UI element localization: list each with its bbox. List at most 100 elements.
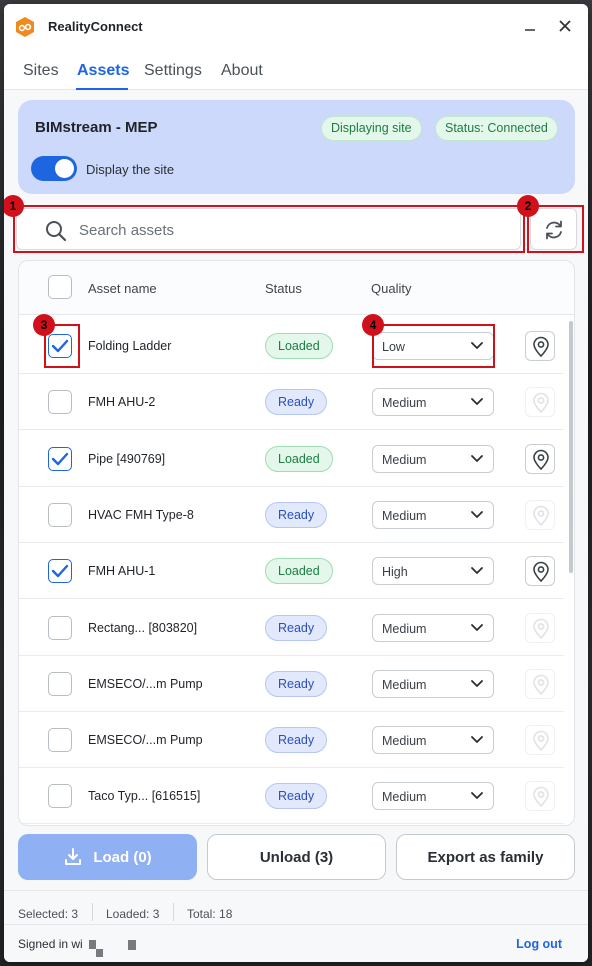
total-count: Total: 18 — [187, 907, 233, 921]
checkmark-icon — [51, 564, 69, 578]
tab-sites[interactable]: Sites — [23, 62, 59, 80]
status-badge: Loaded — [265, 445, 333, 472]
row-checkbox[interactable] — [48, 728, 72, 753]
status-badge: Ready — [265, 501, 328, 528]
status-badge: Ready — [265, 727, 328, 754]
location-pin-icon — [533, 505, 549, 526]
quality-select[interactable]: Medium — [372, 613, 494, 642]
select-all-checkbox[interactable] — [48, 275, 72, 299]
locate-asset-button — [525, 668, 555, 699]
load-label: Load (0) — [93, 848, 152, 866]
quality-select[interactable]: Medium — [372, 500, 494, 529]
row-checkbox[interactable] — [48, 784, 72, 809]
location-pin-icon — [533, 730, 549, 751]
quality-select[interactable]: Medium — [372, 782, 494, 811]
site-card: BIMstream - MEP Displaying site Status: … — [18, 100, 575, 194]
tab-assets[interactable]: Assets — [77, 62, 129, 80]
location-pin-icon — [533, 561, 549, 582]
table-row: Folding Ladder Loaded Low — [19, 318, 564, 374]
quality-select[interactable]: Medium — [372, 726, 494, 755]
checkmark-icon — [51, 339, 69, 353]
header-asset-name: Asset name — [88, 281, 157, 296]
footer: Signed in wi Log out — [4, 924, 588, 962]
status-badge: Ready — [265, 389, 328, 416]
chevron-down-icon — [471, 679, 483, 687]
minimize-button[interactable] — [520, 16, 540, 36]
load-button[interactable]: Load (0) — [18, 834, 197, 880]
unload-button[interactable]: Unload (3) — [207, 834, 386, 880]
location-pin-icon — [533, 787, 549, 808]
redacted-email — [128, 940, 136, 950]
asset-name: FMH AHU-1 — [88, 564, 156, 579]
close-button[interactable] — [555, 16, 575, 36]
close-icon — [559, 20, 571, 32]
quality-value: Medium — [382, 790, 427, 805]
display-site-toggle[interactable] — [31, 156, 77, 181]
locate-asset-button — [525, 499, 555, 530]
quality-value: Medium — [382, 621, 427, 636]
quality-select[interactable]: Medium — [372, 388, 494, 417]
table-header: Asset name Status Quality — [19, 261, 574, 315]
row-checkbox[interactable] — [48, 671, 72, 696]
asset-name: FMH AHU-2 — [88, 395, 156, 410]
asset-name: Folding Ladder — [88, 339, 172, 353]
active-tab-indicator — [76, 88, 128, 90]
search-input[interactable]: Search assets — [16, 208, 521, 250]
displaying-site-badge: Displaying site — [321, 116, 422, 141]
app-window: RealityConnect Sites Assets Settings Abo… — [4, 4, 588, 962]
quality-select[interactable]: High — [372, 557, 494, 586]
location-pin-icon — [533, 674, 549, 695]
selected-count: Selected: 3 — [18, 907, 79, 921]
table-scrollbar[interactable] — [569, 321, 573, 573]
asset-name: Pipe [490769] — [88, 451, 166, 466]
asset-name: Rectang... [803820] — [88, 620, 198, 635]
assets-table: Asset name Status Quality Folding Ladder… — [18, 260, 575, 826]
row-checkbox[interactable] — [48, 615, 72, 640]
location-pin-icon — [533, 393, 549, 414]
table-row: FMH AHU-1 Loaded High — [19, 543, 564, 600]
chevron-down-icon — [471, 736, 483, 743]
signed-in-text: Signed in wi — [18, 937, 83, 951]
refresh-button[interactable] — [530, 208, 577, 250]
table-row: EMSECO/...m Pump Ready Medium — [19, 712, 564, 769]
locate-asset-button[interactable] — [525, 331, 555, 361]
search-placeholder: Search assets — [79, 222, 175, 239]
quality-value: Low — [382, 340, 405, 354]
export-family-button[interactable]: Export as family — [396, 834, 575, 880]
chevron-down-icon — [471, 454, 483, 462]
quality-value: Medium — [382, 396, 427, 411]
logout-link[interactable]: Log out — [516, 937, 562, 951]
app-logo-icon — [16, 17, 34, 37]
quality-select[interactable]: Medium — [372, 669, 494, 698]
tab-bar: Sites Assets Settings About — [4, 48, 588, 90]
quality-value: High — [382, 565, 408, 580]
header-quality: Quality — [371, 281, 412, 296]
row-checkbox[interactable] — [48, 334, 72, 358]
locate-asset-button[interactable] — [525, 443, 555, 474]
row-checkbox[interactable] — [48, 559, 72, 584]
status-badge: Loaded — [265, 333, 333, 359]
row-checkbox[interactable] — [48, 446, 72, 471]
tab-about[interactable]: About — [221, 62, 263, 80]
quality-select[interactable]: Low — [372, 332, 494, 360]
chevron-down-icon — [471, 398, 483, 406]
checkmark-icon — [51, 452, 69, 465]
status-badge: Status: Connected — [435, 116, 558, 141]
tab-settings[interactable]: Settings — [144, 62, 202, 80]
stats-bar: Selected: 3 Loaded: 3 Total: 18 — [4, 890, 588, 924]
locate-asset-button[interactable] — [525, 556, 555, 587]
asset-name: EMSECO/...m Pump — [88, 733, 203, 748]
location-pin-icon — [533, 449, 549, 470]
download-icon — [65, 848, 82, 865]
redacted-email — [89, 940, 96, 949]
status-badge: Ready — [265, 670, 328, 697]
row-checkbox[interactable] — [48, 390, 72, 415]
asset-name: Taco Typ... [616515] — [88, 789, 201, 804]
quality-select[interactable]: Medium — [372, 444, 494, 473]
quality-value: Medium — [382, 734, 427, 749]
stat-divider — [92, 903, 93, 921]
status-badge: Ready — [265, 614, 328, 641]
quality-value: Medium — [382, 452, 427, 467]
asset-name: EMSECO/...m Pump — [88, 676, 203, 691]
row-checkbox[interactable] — [48, 502, 72, 527]
